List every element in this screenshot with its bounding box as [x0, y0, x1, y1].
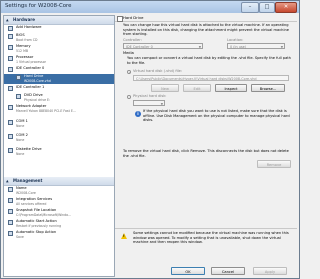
chevron-down-icon: ▼ — [280, 45, 283, 49]
item-subtitle: None — [16, 123, 25, 128]
title-bar[interactable]: Settings for W2008-Core – □ ✕ — [1, 1, 299, 13]
item-name: IDE Controller 1 — [16, 85, 45, 89]
item-subtitle: Save — [16, 234, 24, 239]
com-port-icon — [8, 120, 13, 125]
snapshot-icon — [8, 209, 13, 214]
name-icon — [8, 187, 13, 192]
controller-label: Controller: — [123, 38, 142, 42]
start-action-icon — [8, 220, 13, 225]
integration-services-icon — [8, 198, 13, 203]
stop-action-icon — [8, 231, 13, 236]
hardware-item[interactable]: Memory 512 MB — [4, 44, 114, 54]
memory-icon — [8, 45, 13, 50]
item-subtitle: All services offered — [16, 201, 47, 206]
item-name: IDE Controller 0 — [16, 66, 45, 70]
item-subtitle: None — [16, 151, 25, 156]
hardware-item[interactable]: DVD Drive Physical drive E: — [4, 93, 114, 103]
browse-button[interactable]: Browse... — [251, 84, 285, 92]
warning-icon — [121, 233, 127, 239]
hard-drive-panel: Hard Drive You can change how this virtu… — [115, 15, 297, 263]
warning-text: Some settings cannot be modified because… — [133, 231, 289, 245]
item-subtitle: Marvell Yukon 88E8040 PCI-E Fast E... — [16, 108, 76, 113]
media-text: You can compact or convert a virtual har… — [127, 56, 291, 65]
remove-text: To remove the virtual hard disk, click R… — [123, 149, 289, 158]
item-subtitle: 512 MB — [16, 48, 29, 53]
management-item[interactable]: Snapshot File Location C:\ProgramData\Mic… — [4, 208, 114, 218]
divider — [115, 228, 297, 229]
hardware-item[interactable]: Add Hardware — [4, 25, 114, 33]
add-hardware-icon — [8, 26, 13, 31]
hardware-item[interactable]: BIOS Boot from CD — [4, 33, 114, 43]
vhd-radio[interactable] — [127, 70, 131, 74]
management-section-header[interactable]: ▲ Management — [4, 177, 114, 186]
close-button[interactable]: ✕ — [275, 2, 297, 13]
physical-disk-select[interactable]: ▼ — [133, 100, 165, 106]
chevron-down-icon: ▼ — [160, 102, 163, 106]
controller-select[interactable]: IDE Controller 0 ▼ — [123, 43, 203, 49]
management-item[interactable]: Integration Services All services offered — [4, 197, 114, 207]
item-subtitle: 1 Virtual processor — [16, 59, 46, 64]
location-label: Location: — [227, 38, 244, 42]
physical-disk-radio[interactable] — [127, 95, 131, 99]
info-icon: i — [135, 111, 141, 117]
settings-window: Settings for W2008-Core – □ ✕ ▲ Hardware… — [0, 0, 300, 279]
cancel-button[interactable]: Cancel — [211, 267, 245, 275]
location-select[interactable]: 0 (in use) ▼ — [227, 43, 285, 49]
vhd-option-label: Virtual hard disk (.vhd) file: — [133, 69, 183, 73]
management-item[interactable]: Automatic Start Action Restart if previou… — [4, 219, 114, 229]
window-title: Settings for W2008-Core — [5, 3, 72, 9]
hardware-item[interactable]: Diskette Drive None — [4, 147, 114, 157]
dvd-drive-icon — [16, 94, 21, 99]
collapse-icon[interactable]: ▲ — [6, 177, 9, 185]
edit-button[interactable]: Edit — [183, 84, 211, 92]
hardware-item[interactable]: IDE Controller 1 — [4, 85, 114, 93]
item-subtitle: Restart if previously running — [16, 223, 62, 228]
item-subtitle: None — [16, 137, 25, 142]
ide-controller-icon — [8, 67, 13, 72]
physical-note: If the physical hard disk you want to us… — [143, 109, 290, 123]
physical-option-label: Physical hard disk: — [133, 94, 167, 98]
settings-tree: ▲ Hardware Add Hardware BIOS Boot from CD M… — [3, 15, 115, 277]
hardware-item[interactable]: Network Adapter Marvell Yukon 88E8040 PCI… — [4, 104, 114, 114]
dialog-buttons: OK Cancel Apply — [115, 265, 297, 277]
collapse-icon[interactable]: ▲ — [6, 16, 9, 24]
network-adapter-icon — [8, 105, 13, 110]
remove-button[interactable]: Remove — [257, 160, 291, 168]
hardware-item[interactable]: COM 1 None — [4, 119, 114, 129]
item-subtitle: Physical drive E: — [24, 97, 51, 102]
minimize-button[interactable]: – — [241, 2, 259, 13]
hardware-item[interactable]: Hard Drive W2008-Core.vhd — [4, 74, 114, 84]
apply-button[interactable]: Apply — [253, 267, 287, 275]
vhd-path-field[interactable]: C:\Users\Public\Documents\Hyper-V\Virtua… — [133, 75, 289, 81]
hardware-item[interactable]: COM 2 None — [4, 133, 114, 143]
maximize-button[interactable]: □ — [259, 2, 275, 13]
diskette-icon — [8, 148, 13, 153]
management-item[interactable]: Automatic Stop Action Save — [4, 230, 114, 240]
chevron-down-icon: ▼ — [198, 45, 201, 49]
item-subtitle: W2008-Core — [16, 190, 36, 195]
bios-icon — [8, 34, 13, 39]
ok-button[interactable]: OK — [171, 267, 205, 275]
intro-text: You can change how this virtual hard dis… — [123, 23, 289, 37]
ide-controller-icon — [8, 86, 13, 91]
com-port-icon — [8, 134, 13, 139]
hard-drive-icon — [16, 75, 21, 80]
management-item[interactable]: Name W2008-Core — [4, 186, 114, 196]
hardware-item[interactable]: Processor 1 Virtual processor — [4, 55, 114, 65]
item-subtitle: W2008-Core.vhd — [24, 78, 51, 83]
new-button[interactable]: New — [151, 84, 179, 92]
group-title: Hard Drive — [123, 15, 144, 20]
group-header: Hard Drive — [115, 15, 297, 22]
hardware-section-header[interactable]: ▲ Hardware — [4, 16, 114, 25]
hardware-item[interactable]: IDE Controller 0 — [4, 66, 114, 74]
media-label: Media — [123, 51, 134, 55]
inspect-button[interactable]: Inspect — [215, 84, 247, 92]
item-subtitle: C:\ProgramData\Microsoft\Windo... — [16, 212, 72, 217]
item-name: Add Hardware — [16, 25, 42, 29]
item-subtitle: Boot from CD — [16, 37, 38, 42]
processor-icon — [8, 56, 13, 61]
